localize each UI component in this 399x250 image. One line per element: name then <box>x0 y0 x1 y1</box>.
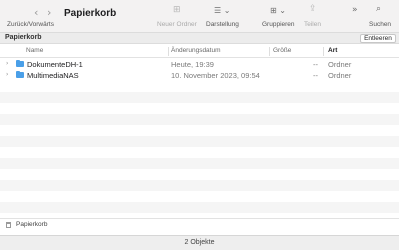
search-icon[interactable]: ⌕ <box>376 4 381 14</box>
column-name[interactable]: Name <box>26 47 43 54</box>
toolbar: ‹ › Zurück/Vorwärts Papierkorb ⊞ Neuer O… <box>0 0 399 32</box>
file-size: -- <box>313 60 318 69</box>
finder-window: ‹ › Zurück/Vorwärts Papierkorb ⊞ Neuer O… <box>0 0 399 235</box>
group-icon[interactable]: ⊞ ⌄ <box>270 6 286 15</box>
empty-row <box>0 147 399 158</box>
file-row[interactable]: › DokumenteDH-1 Heute, 19:39 -- Ordner <box>0 59 399 70</box>
share-label[interactable]: Teilen <box>304 21 321 28</box>
trash-icon <box>6 222 11 228</box>
view-label[interactable]: Darstellung <box>206 21 239 28</box>
file-date: Heute, 19:39 <box>171 60 214 69</box>
empty-row <box>0 180 399 191</box>
path-bar: Papierkorb Entleeren <box>0 32 399 44</box>
nav-arrows: ‹ › <box>30 6 56 19</box>
back-icon[interactable]: ‹ <box>34 6 38 19</box>
column-kind[interactable]: Art <box>328 47 337 54</box>
file-list: › DokumenteDH-1 Heute, 19:39 -- Ordner ›… <box>0 59 399 213</box>
view-list-icon[interactable]: ☰ ⌄ <box>214 6 230 15</box>
empty-row <box>0 92 399 103</box>
path-title: Papierkorb <box>5 34 42 41</box>
column-size[interactable]: Größe <box>273 47 291 54</box>
column-date[interactable]: Änderungsdatum <box>171 47 221 54</box>
new-folder-label[interactable]: Neuer Ordner <box>157 21 197 28</box>
empty-row <box>0 191 399 202</box>
disclosure-icon[interactable]: › <box>6 60 8 67</box>
empty-row <box>0 158 399 169</box>
file-kind: Ordner <box>328 60 352 69</box>
column-divider <box>269 47 270 56</box>
window-title: Papierkorb <box>64 8 117 19</box>
file-size: -- <box>313 71 318 80</box>
empty-row <box>0 202 399 213</box>
footer-path-label[interactable]: Papierkorb <box>16 221 47 228</box>
empty-trash-button[interactable]: Entleeren <box>360 34 396 43</box>
new-folder-icon[interactable]: ⊞ <box>173 5 181 15</box>
file-kind: Ordner <box>328 71 352 80</box>
share-icon[interactable]: ⇪ <box>309 4 317 14</box>
folder-icon <box>16 70 24 78</box>
file-name: MultimediaNAS <box>27 71 79 80</box>
file-row[interactable]: › MultimediaNAS 10. November 2023, 09:54… <box>0 70 399 81</box>
column-divider <box>168 47 169 56</box>
footer-path-bar: Papierkorb <box>0 218 399 231</box>
empty-row <box>0 81 399 92</box>
double-chevron-right-icon[interactable]: » <box>352 5 358 15</box>
nav-label: Zurück/Vorwärts <box>7 21 54 28</box>
empty-row <box>0 103 399 114</box>
forward-icon[interactable]: › <box>47 6 51 19</box>
empty-row <box>0 169 399 180</box>
file-date: 10. November 2023, 09:54 <box>171 71 260 80</box>
column-divider <box>323 47 324 56</box>
search-label[interactable]: Suchen <box>369 21 391 28</box>
file-name: DokumenteDH-1 <box>27 60 83 69</box>
folder-icon <box>16 59 24 67</box>
disclosure-icon[interactable]: › <box>6 71 8 78</box>
empty-row <box>0 125 399 136</box>
group-label[interactable]: Gruppieren <box>262 21 295 28</box>
status-bar: 2 Objekte <box>0 235 399 250</box>
item-count: 2 Objekte <box>184 239 215 246</box>
empty-row <box>0 114 399 125</box>
column-header: Name Änderungsdatum Größe Art <box>0 45 399 58</box>
empty-row <box>0 136 399 147</box>
